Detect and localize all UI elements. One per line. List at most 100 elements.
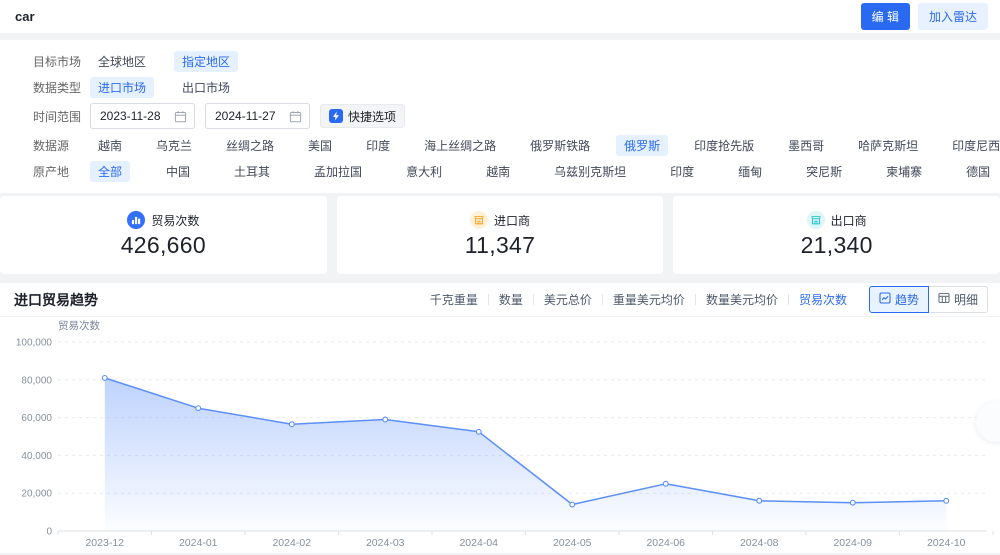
filter-option[interactable]: 出口市场 — [174, 77, 238, 98]
stat-card-top: 出口商 — [806, 211, 867, 229]
y-axis-tick-label: 20,000 — [21, 489, 52, 500]
filter-option[interactable]: 缅甸 — [730, 161, 770, 182]
data-point — [569, 501, 576, 508]
edit-button[interactable]: 编 辑 — [860, 3, 910, 30]
metric-tab[interactable]: 数量 — [489, 291, 533, 308]
metric-tab[interactable]: 重量美元均价 — [603, 291, 695, 308]
data-source-options: 越南 乌克兰 丝绸之路 美国 印度 海上丝绸之路 俄罗斯铁路 俄罗斯 印度抢先版 墨西哥 哈萨克斯坦… — [90, 134, 1000, 156]
view-button-detail[interactable]: 明细 — [927, 286, 988, 313]
view-button-trend[interactable]: 趋势 — [868, 286, 929, 313]
stat-card-2: 进口商 11,347 — [336, 196, 664, 274]
filter-option[interactable]: 印度抢先版 — [686, 135, 762, 156]
page-title: car — [15, 9, 35, 24]
metric-tab[interactable]: 数量美元均价 — [696, 291, 788, 308]
filter-option[interactable]: 全部 — [90, 160, 131, 182]
filter-option[interactable]: 突尼斯 — [798, 161, 850, 182]
metric-tab[interactable]: 美元总价 — [534, 291, 602, 308]
stat-card-top: 贸易次数 — [127, 211, 199, 229]
start-date-value[interactable] — [98, 108, 174, 124]
stat-value: 21,340 — [800, 232, 873, 258]
filter-option[interactable]: 印度尼西亚定制版 — [944, 135, 1000, 156]
filter-option[interactable]: 越南 — [478, 161, 518, 182]
x-axis-tick-label: 2023-12 — [85, 537, 124, 549]
filter-option[interactable]: 美国 — [300, 135, 340, 156]
filter-row-origin: 原产地 全部中国土耳其孟加拉国意大利越南乌兹别克斯坦印度缅甸突尼斯柬埔寨德国保加… — [33, 158, 990, 184]
filter-option[interactable]: 丝绸之路 — [218, 135, 282, 156]
start-date-input[interactable] — [90, 103, 195, 129]
filter-option[interactable]: 印度 — [662, 161, 702, 182]
add-to-radar-button[interactable]: 加入雷达 — [917, 3, 988, 30]
filter-option[interactable]: 柬埔寨 — [878, 161, 930, 182]
y-axis-tick-label: 100,000 — [16, 338, 53, 349]
end-date-value[interactable] — [213, 108, 289, 124]
data-point — [662, 480, 669, 487]
table-icon — [938, 292, 950, 307]
filter-option[interactable]: 俄罗斯 — [616, 134, 669, 156]
filter-row-data-source: 数据源 越南 乌克兰 丝绸之路 美国 印度 海上丝绸之路 俄罗斯铁路 俄罗斯 印度抢先版 墨西哥哈… — [33, 132, 1000, 158]
stat-label: 进口商 — [494, 213, 531, 228]
view-button-label: 明细 — [953, 293, 978, 307]
stat-value: 11,347 — [464, 232, 536, 258]
filter-option[interactable]: 乌克兰 — [148, 135, 200, 156]
quick-options-label: 快捷选项 — [348, 109, 397, 124]
trend-icon — [879, 292, 891, 307]
filter-option[interactable]: 意大利 — [398, 161, 450, 182]
filter-row-data-type: 数据类型 进口市场 出口市场 — [33, 74, 986, 100]
x-axis-tick-label: 2024-09 — [833, 537, 872, 549]
exporter-icon — [806, 211, 825, 229]
chart-title: 进口贸易趋势 — [14, 291, 98, 308]
chart-header: 进口贸易趋势 千克重量 数量 美元总价 重量美元均价 数量美元均价 贸易次数 趋势 明细 — [0, 283, 1000, 317]
x-axis-tick-label: 2024-02 — [272, 537, 311, 549]
y-axis-tick-label: 0 — [46, 527, 52, 538]
trade-count-icon — [127, 211, 146, 229]
stat-label: 出口商 — [830, 213, 867, 228]
filter-option[interactable]: 进口市场 — [90, 76, 155, 98]
filter-panel: 目标市场 全球地区 指定地区 数据类型 进口市场 出口市场 时间范围 2023-… — [0, 40, 1000, 193]
metric-tab[interactable]: 贸易次数 — [789, 291, 857, 308]
filter-option[interactable]: 墨西哥 — [780, 135, 832, 156]
data-point — [382, 416, 389, 423]
filter-option[interactable]: 指定地区 — [174, 50, 239, 72]
filter-option[interactable]: 俄罗斯铁路 — [522, 135, 598, 156]
x-axis-tick-label: 2024-01 — [179, 537, 218, 549]
y-axis-tick-label: 60,000 — [21, 413, 52, 424]
filter-option[interactable]: 土耳其 — [226, 161, 278, 182]
area-fill — [104, 377, 947, 531]
x-axis-tick-label: 2024-10 — [927, 537, 966, 549]
top-bar: car 编 辑 加入雷达 — [0, 0, 1000, 34]
trend-chart[interactable]: 0 20,000 40,000 60,000 80,000 100,000 2023-12 2… — [0, 317, 1000, 552]
x-axis-tick-label: 2024-03 — [366, 537, 405, 549]
view-toggle: 趋势 明细 — [868, 286, 988, 313]
filter-option[interactable]: 印度 — [358, 135, 398, 156]
filter-row-target-market: 目标市场 全球地区 指定地区 — [33, 48, 986, 74]
data-point — [943, 497, 950, 504]
metric-tab[interactable]: 千克重量 — [420, 291, 488, 308]
target-market-label: 目标市场 — [33, 54, 82, 69]
data-point — [756, 497, 763, 504]
end-date-input[interactable] — [205, 103, 310, 129]
filter-option[interactable]: 乌兹别克斯坦 — [546, 161, 634, 182]
chart-panel: 进口贸易趋势 千克重量 数量 美元总价 重量美元均价 数量美元均价 贸易次数 趋势 明细 0… — [0, 283, 1000, 553]
filter-option[interactable]: 中国 — [158, 161, 198, 182]
data-point — [475, 428, 482, 435]
filter-option[interactable]: 越南 — [90, 135, 130, 156]
filter-option[interactable]: 全球地区 — [90, 51, 154, 72]
y-axis-tick-label: 40,000 — [21, 451, 52, 462]
filter-option[interactable]: 德国 — [958, 161, 998, 182]
stat-card-1: 贸易次数 426,660 — [0, 196, 327, 274]
filter-option[interactable]: 孟加拉国 — [306, 161, 370, 182]
data-point — [101, 374, 108, 381]
date-range-label: 时间范围 — [33, 109, 82, 124]
calendar-icon — [174, 110, 187, 122]
stat-label: 贸易次数 — [151, 213, 200, 228]
quick-options-button[interactable]: 快捷选项 — [320, 104, 406, 128]
origin-label: 原产地 — [33, 164, 70, 179]
data-point — [195, 405, 202, 412]
filter-option[interactable]: 哈萨克斯坦 — [850, 135, 926, 156]
filter-option[interactable]: 海上丝绸之路 — [416, 135, 504, 156]
stat-cards: 贸易次数 426,660 进口商 11,347 出口商 21,340 — [0, 196, 1000, 274]
stat-card-top: 进口商 — [470, 211, 530, 229]
data-point — [288, 421, 295, 428]
y-axis-tick-label: 80,000 — [21, 375, 52, 386]
stat-value: 426,660 — [120, 232, 206, 258]
